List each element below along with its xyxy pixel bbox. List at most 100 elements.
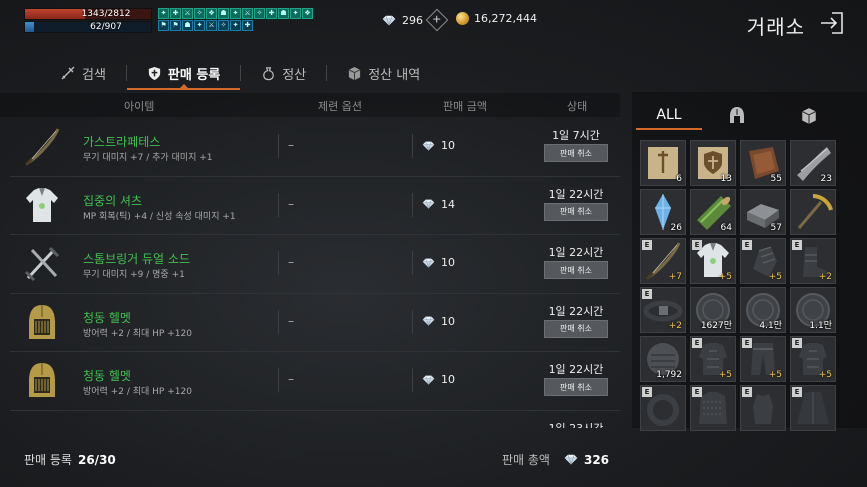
shirt-icon [26, 187, 58, 222]
inventory-slot[interactable]: E +5 [790, 336, 836, 382]
listing-row: 가스트라페테스 무기 대미지 +7 / 추가 대미지 +1 – 10 1일 7시간 판매 … [10, 118, 620, 177]
buff-icon: ✚ [170, 8, 181, 19]
inventory-slot[interactable]: E [790, 385, 836, 431]
inventory-slot[interactable]: 26 [640, 189, 686, 235]
inventory-slot[interactable]: E [740, 385, 786, 431]
buff-icon: ✦ [194, 20, 205, 31]
price-value: 14 [441, 197, 455, 211]
column-divider [278, 309, 279, 334]
equipment-badge: E [792, 387, 802, 397]
inventory-slot[interactable]: E +5 [690, 336, 736, 382]
equipment-badge: E [642, 240, 652, 250]
inventory-tab-materials[interactable] [794, 102, 824, 130]
column-divider [412, 368, 413, 392]
inventory-grid: 6 13 55 23 26 64 57 E +7 E +5 E +5 E +2 E +2 1627만 4.1만 1.1… [640, 140, 836, 431]
pouch-icon [263, 66, 275, 80]
diamond-icon [422, 141, 435, 151]
inventory-tab-all[interactable]: ALL [636, 102, 702, 130]
sales-total-value: 326 [583, 452, 610, 467]
inventory-slot[interactable]: 4.1만 [740, 287, 786, 333]
cancel-sale-button[interactable]: 판매 취소 [544, 319, 608, 338]
listing-table: 가스트라페테스 무기 대미지 +7 / 추가 대미지 +1 – 10 1일 7시간 판매 … [10, 118, 620, 428]
buff-icon: ⚑ [158, 20, 169, 31]
inventory-slot[interactable]: 1.1만 [790, 287, 836, 333]
tab-register-sale[interactable]: 판매 등록 [126, 56, 241, 90]
item-stats: 무기 대미지 +9 / 명중 +1 [83, 270, 185, 280]
column-divider [412, 134, 413, 158]
buff-icon: ☗ [218, 8, 229, 19]
item-thumbnail [20, 242, 64, 286]
add-diamond-button[interactable]: + [425, 8, 449, 32]
listing-row: 1일 23시간 [10, 411, 620, 429]
hp-bar: 1343/2812 [24, 8, 152, 20]
cancel-sale-button[interactable]: 판매 취소 [544, 261, 608, 279]
column-divider [412, 309, 413, 334]
enhance-level: +7 [668, 272, 682, 282]
helmet-icon [29, 304, 55, 339]
item-quantity: 26 [670, 223, 682, 233]
shield-icon [148, 66, 161, 80]
column-status: 상태 [567, 100, 588, 113]
inventory-slot[interactable]: 13 [690, 140, 736, 186]
buff-icon: ✚ [242, 20, 253, 31]
diamond-icon [422, 199, 435, 209]
inventory-slot[interactable] [790, 189, 836, 235]
time-remaining: 1일 7시간 [552, 129, 600, 142]
inventory-slot[interactable]: 23 [790, 140, 836, 186]
registered-label: 판매 등록 [24, 453, 72, 467]
inventory-slot[interactable]: E +7 [640, 238, 686, 284]
inventory-tab-label: ALL [656, 107, 682, 123]
buff-icon: ⚔ [206, 20, 217, 31]
item-stats: 방어력 +2 / 최대 HP +120 [83, 328, 192, 339]
buff-icon: ✚ [266, 8, 277, 19]
cancel-sale-button[interactable]: 판매 취소 [544, 144, 608, 162]
inventory-slot[interactable]: 1,792 [640, 336, 686, 382]
buff-icon: ⚑ [170, 20, 181, 31]
bow-icon [24, 128, 60, 167]
inventory-slot[interactable]: 1627만 [690, 287, 736, 333]
buff-icon: ☗ [182, 20, 193, 31]
market-tabs: 검색 판매 등록 정산 정산 내역 [40, 56, 440, 90]
plus-icon: + [432, 13, 442, 26]
exit-icon[interactable] [819, 10, 845, 36]
helmet-icon [730, 107, 744, 123]
tab-search[interactable]: 검색 [40, 56, 126, 90]
inventory-slot[interactable]: 57 [740, 189, 786, 235]
cancel-sale-button[interactable]: 판매 취소 [544, 378, 608, 396]
refine-option: – [288, 138, 294, 152]
item-thumbnail [20, 184, 64, 228]
gold-coin-icon [456, 12, 469, 25]
buff-icon: ❖ [302, 8, 313, 19]
inventory-slot[interactable]: E +5 [740, 238, 786, 284]
item-quantity: 13 [720, 174, 732, 184]
inventory-slot[interactable]: E [690, 385, 736, 431]
inventory-slot[interactable]: E [640, 385, 686, 431]
listing-price: 10 [422, 373, 455, 386]
buff-icon: ✦ [290, 8, 301, 19]
time-remaining: 1일 22시간 [548, 246, 604, 259]
tab-settlement[interactable]: 정산 [241, 56, 326, 90]
equipment-badge: E [692, 338, 702, 348]
tab-label: 판매 등록 [167, 67, 221, 83]
buff-icon: ✧ [218, 20, 229, 31]
inventory-slot[interactable]: E +2 [640, 287, 686, 333]
buff-icon: ⚔ [182, 8, 193, 19]
inventory-slot[interactable]: 55 [740, 140, 786, 186]
tab-settlement-history[interactable]: 정산 내역 [327, 56, 440, 90]
item-stats: MP 회복(틱) +4 / 신성 속성 대미지 +1 [83, 211, 236, 222]
inventory-tab-equipment[interactable] [722, 102, 752, 130]
sales-total: 판매 총액 326 [502, 451, 609, 468]
item-stats: 방어력 +2 / 최대 HP +120 [83, 387, 192, 397]
inventory-slot[interactable]: 64 [690, 189, 736, 235]
inventory-slot[interactable]: E +5 [690, 238, 736, 284]
inventory-slot[interactable]: 6 [640, 140, 686, 186]
cancel-sale-button[interactable]: 판매 취소 [544, 202, 608, 221]
inventory-slot[interactable]: E +2 [790, 238, 836, 284]
inventory-slot[interactable]: E +5 [740, 336, 786, 382]
sales-total-label: 판매 총액 [502, 453, 550, 467]
time-remaining: 1일 22시간 [548, 363, 604, 376]
enhance-level: +2 [818, 272, 832, 282]
helmet-icon [29, 363, 55, 397]
gold-currency: 16,272,444 [456, 12, 537, 25]
diamond-icon [422, 258, 435, 268]
